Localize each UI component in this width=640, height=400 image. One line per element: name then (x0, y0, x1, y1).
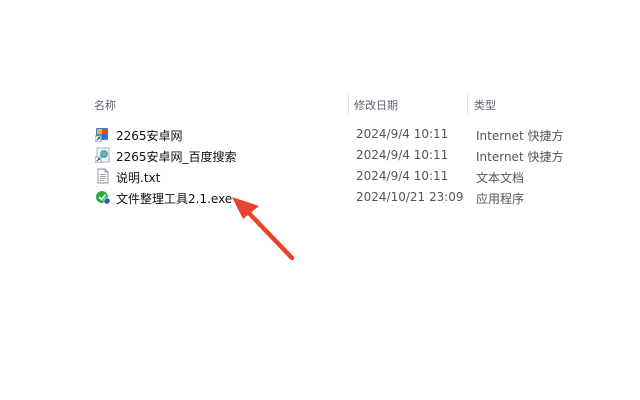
column-header-bar: 名称 修改日期 类型 (92, 94, 640, 118)
file-name: 说明.txt (116, 171, 161, 185)
file-date: 2024/9/4 10:11 (356, 127, 449, 141)
file-type: 文本文档 (476, 171, 525, 185)
file-name: 2265安卓网_百度搜索 (116, 150, 237, 164)
file-row-organizer-exe[interactable]: 文件整理工具2.1.exe 2024/10/21 23:09 应用程序 (92, 187, 640, 208)
column-divider[interactable] (467, 94, 468, 116)
file-row-2265-shortcut[interactable]: 2265安卓网 2024/9/4 10:11 Internet 快捷方 (92, 124, 640, 145)
internet-shortcut-icon (95, 147, 111, 163)
file-type: 应用程序 (476, 192, 525, 206)
file-row-baidu-shortcut[interactable]: 2265安卓网_百度搜索 2024/9/4 10:11 Internet 快捷方 (92, 145, 640, 166)
file-explorer-view: 名称 修改日期 类型 2265安卓网 2024/9/4 10:11 Intern… (0, 0, 640, 400)
file-date: 2024/9/4 10:11 (356, 148, 449, 162)
text-document-icon (95, 168, 111, 184)
file-name: 文件整理工具2.1.exe (116, 192, 233, 206)
file-type: Internet 快捷方 (476, 129, 564, 143)
file-type: Internet 快捷方 (476, 150, 564, 164)
application-exe-icon (95, 189, 111, 205)
column-header-name[interactable]: 名称 (94, 97, 116, 113)
internet-shortcut-icon (95, 126, 111, 142)
column-divider[interactable] (348, 94, 349, 116)
file-list: 2265安卓网 2024/9/4 10:11 Internet 快捷方 2265… (92, 124, 640, 208)
file-name: 2265安卓网 (116, 129, 183, 143)
column-header-date-modified[interactable]: 修改日期 (354, 97, 398, 113)
column-header-type[interactable]: 类型 (474, 97, 496, 113)
file-row-readme-txt[interactable]: 说明.txt 2024/9/4 10:11 文本文档 (92, 166, 640, 187)
file-date: 2024/10/21 23:09 (356, 190, 464, 204)
file-date: 2024/9/4 10:11 (356, 169, 449, 183)
